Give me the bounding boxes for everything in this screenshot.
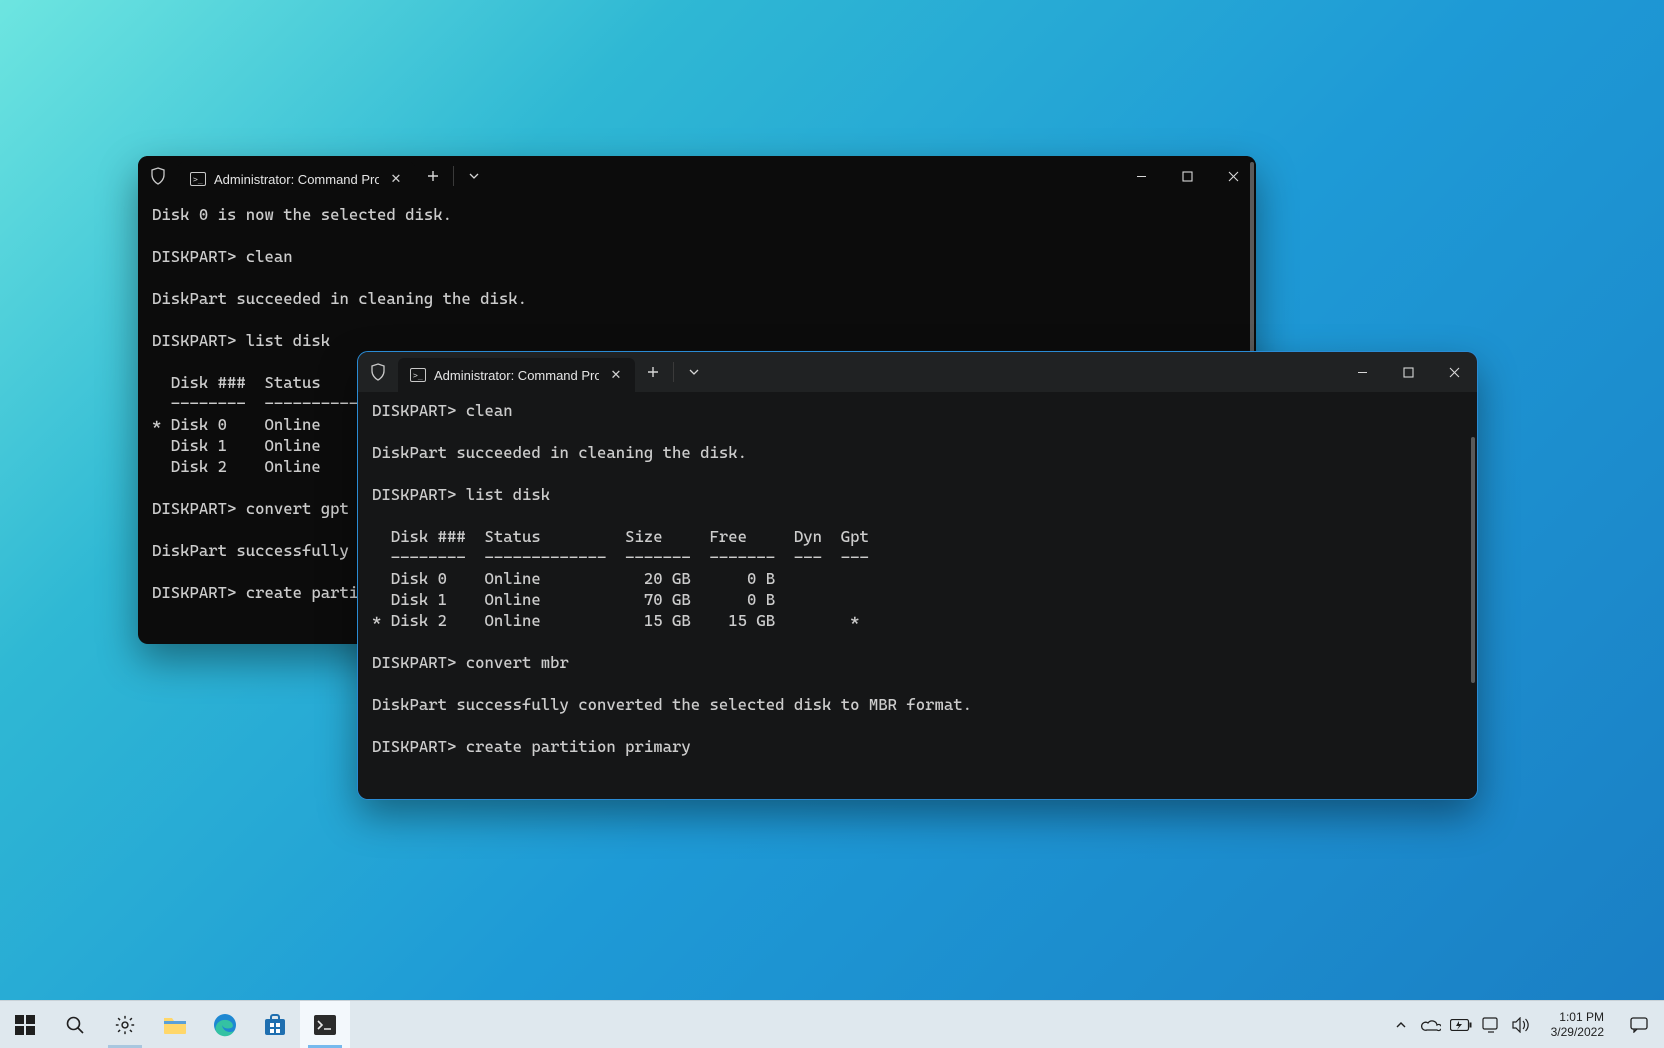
network-tray-icon[interactable] <box>1477 1017 1505 1033</box>
admin-shield-icon <box>358 363 398 381</box>
clock-date: 3/29/2022 <box>1551 1025 1604 1040</box>
clock-time: 1:01 PM <box>1559 1010 1604 1025</box>
search-button[interactable] <box>50 1001 100 1048</box>
settings-taskbar-icon[interactable] <box>100 1001 150 1048</box>
terminal-window-front: >_ Administrator: Command Prompt ✕ DISKP… <box>358 352 1477 799</box>
terminal-tab[interactable]: >_ Administrator: Command Prompt ✕ <box>398 358 635 392</box>
svg-text:>_: >_ <box>193 175 203 184</box>
titlebar[interactable]: >_ Administrator: Command Prompt ✕ <box>358 352 1477 392</box>
notifications-button[interactable] <box>1614 1001 1664 1048</box>
file-explorer-taskbar-icon[interactable] <box>150 1001 200 1048</box>
tab-dropdown-button[interactable] <box>676 354 712 390</box>
taskbar-clock[interactable]: 1:01 PM 3/29/2022 <box>1541 1001 1614 1048</box>
battery-tray-icon[interactable] <box>1447 1019 1475 1031</box>
system-tray <box>1381 1001 1541 1048</box>
tray-overflow-button[interactable] <box>1387 1022 1415 1028</box>
cmd-icon: >_ <box>410 368 426 382</box>
onedrive-tray-icon[interactable] <box>1417 1018 1445 1032</box>
taskbar-spacer <box>350 1001 1381 1048</box>
microsoft-store-taskbar-icon[interactable] <box>250 1001 300 1048</box>
terminal-taskbar-icon[interactable] <box>300 1001 350 1048</box>
svg-text:>_: >_ <box>413 371 423 380</box>
close-button[interactable] <box>1431 353 1477 391</box>
minimize-button[interactable] <box>1339 353 1385 391</box>
cmd-icon: >_ <box>190 172 206 186</box>
maximize-button[interactable] <box>1164 157 1210 195</box>
tab-dropdown-button[interactable] <box>456 158 492 194</box>
taskbar: 1:01 PM 3/29/2022 <box>0 1000 1664 1048</box>
tab-close-button[interactable]: ✕ <box>387 170 405 188</box>
tab-title: Administrator: Command Prompt <box>434 368 599 383</box>
tab-close-button[interactable]: ✕ <box>607 366 625 384</box>
titlebar-separator <box>673 362 674 382</box>
scrollbar[interactable] <box>1250 162 1254 357</box>
maximize-button[interactable] <box>1385 353 1431 391</box>
scrollbar[interactable] <box>1471 437 1475 683</box>
new-tab-button[interactable] <box>635 354 671 390</box>
admin-shield-icon <box>138 167 178 185</box>
terminal-output[interactable]: DISKPART> clean DiskPart succeeded in cl… <box>358 392 1477 799</box>
edge-taskbar-icon[interactable] <box>200 1001 250 1048</box>
new-tab-button[interactable] <box>415 158 451 194</box>
titlebar-separator <box>453 166 454 186</box>
volume-tray-icon[interactable] <box>1507 1017 1535 1033</box>
terminal-tab[interactable]: >_ Administrator: Command Prompt ✕ <box>178 162 415 196</box>
start-button[interactable] <box>0 1001 50 1048</box>
titlebar[interactable]: >_ Administrator: Command Prompt ✕ <box>138 156 1256 196</box>
minimize-button[interactable] <box>1118 157 1164 195</box>
tab-title: Administrator: Command Prompt <box>214 172 379 187</box>
